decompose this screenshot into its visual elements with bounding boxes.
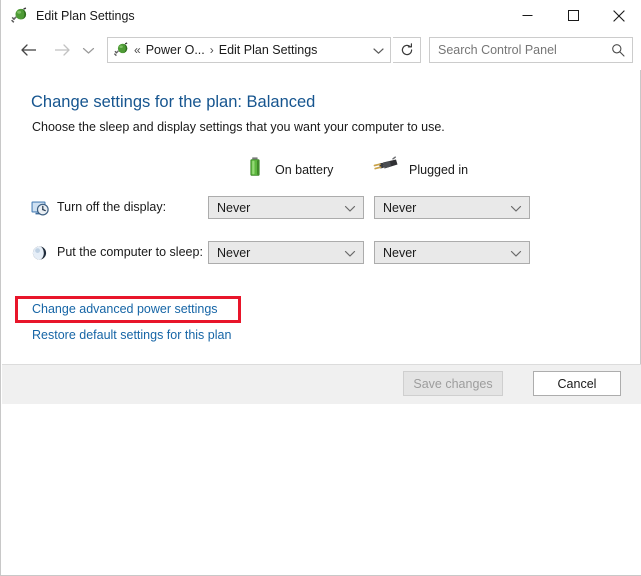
breadcrumb-overflow[interactable]: « xyxy=(134,43,141,57)
navigation-bar: « Power O... › Edit Plan Settings xyxy=(1,32,641,70)
sleep-moon-icon xyxy=(30,243,50,263)
page-title: Change settings for the plan: Balanced xyxy=(31,93,316,111)
chevron-down-icon xyxy=(344,247,356,259)
column-label-plugged-in: Plugged in xyxy=(409,162,469,177)
save-changes-button[interactable]: Save changes xyxy=(403,371,503,396)
search-box[interactable] xyxy=(429,37,633,63)
chevron-down-icon xyxy=(344,202,356,214)
chevron-down-icon xyxy=(510,202,522,214)
forward-arrow-icon xyxy=(47,35,77,65)
maximize-button[interactable] xyxy=(550,0,596,31)
refresh-icon[interactable] xyxy=(393,37,421,63)
display-clock-icon xyxy=(30,198,50,218)
setting-label-put-computer-to-sleep: Put the computer to sleep: xyxy=(57,245,203,259)
breadcrumb-item-edit-plan-settings[interactable]: Edit Plan Settings xyxy=(219,43,318,57)
back-arrow-icon[interactable] xyxy=(13,35,43,65)
setting-row-put-computer-to-sleep: Put the computer to sleep: Never Never xyxy=(1,241,640,265)
window-title: Edit Plan Settings xyxy=(36,9,135,23)
search-icon[interactable] xyxy=(610,42,626,58)
breadcrumb-item-power-options[interactable]: Power O... xyxy=(146,43,205,57)
column-header-plugged-in: Plugged in xyxy=(371,156,468,183)
address-bar[interactable]: « Power O... › Edit Plan Settings xyxy=(107,37,391,63)
dropdown-turn-off-display-plugged-in[interactable]: Never xyxy=(374,196,530,219)
dropdown-turn-off-display-on-battery[interactable]: Never xyxy=(208,196,364,219)
content-pane: Change settings for the plan: Balanced C… xyxy=(1,70,640,364)
cancel-button[interactable]: Cancel xyxy=(533,371,621,396)
close-button[interactable] xyxy=(596,0,641,31)
search-input[interactable] xyxy=(438,43,598,57)
link-change-advanced-power-settings[interactable]: Change advanced power settings xyxy=(32,302,218,316)
power-plug-icon xyxy=(371,156,399,183)
dropdown-sleep-plugged-in[interactable]: Never xyxy=(374,241,530,264)
chevron-down-icon xyxy=(510,247,522,259)
edit-plan-settings-window: Edit Plan Settings « Power O... › Edit P… xyxy=(0,0,641,576)
chevron-down-icon[interactable] xyxy=(368,41,388,60)
dropdown-value: Never xyxy=(383,200,417,215)
dropdown-sleep-on-battery[interactable]: Never xyxy=(208,241,364,264)
minimize-button[interactable] xyxy=(504,0,550,31)
breadcrumb-separator: › xyxy=(209,43,214,57)
link-restore-default-settings[interactable]: Restore default settings for this plan xyxy=(32,328,231,342)
setting-row-turn-off-display: Turn off the display: Never Never xyxy=(1,196,640,220)
power-plug-icon xyxy=(10,7,28,25)
footer-bar: Save changes Cancel xyxy=(2,365,641,404)
dropdown-value: Never xyxy=(217,245,251,260)
battery-icon xyxy=(245,156,265,183)
dropdown-value: Never xyxy=(217,200,251,215)
power-plug-icon xyxy=(113,42,129,58)
page-subtitle: Choose the sleep and display settings th… xyxy=(32,120,445,134)
column-header-on-battery: On battery xyxy=(245,156,333,183)
title-bar: Edit Plan Settings xyxy=(1,0,641,32)
lower-blank-area xyxy=(2,404,641,575)
column-label-on-battery: On battery xyxy=(275,162,334,177)
setting-label-turn-off-display: Turn off the display: xyxy=(57,200,167,214)
dropdown-value: Never xyxy=(383,245,417,260)
recent-locations-chevron-icon[interactable] xyxy=(77,35,99,65)
